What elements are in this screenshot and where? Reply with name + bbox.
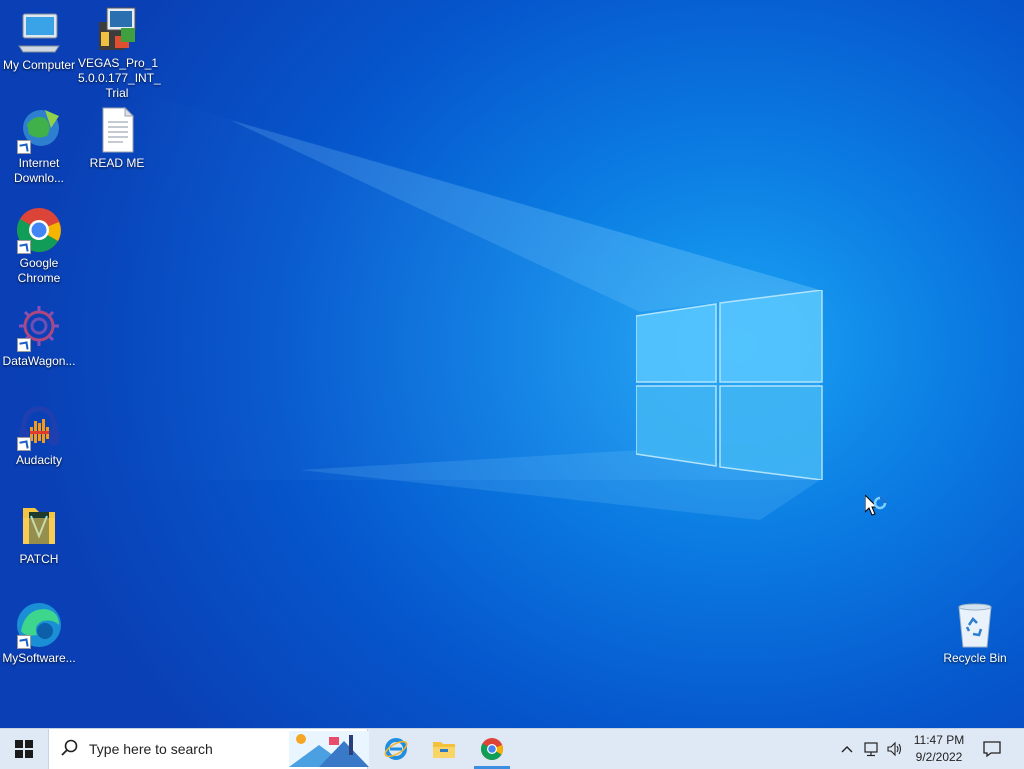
search-placeholder: Type here to search [89, 741, 213, 757]
desktop-icon-label: My Computer [2, 58, 76, 72]
text-file-icon [93, 106, 141, 154]
clock-time: 11:47 PM [913, 733, 965, 747]
windows-wallpaper-logo [636, 290, 823, 480]
shortcut-arrow-icon [17, 140, 31, 154]
windows-start-icon [15, 740, 33, 758]
shortcut-arrow-icon [17, 635, 31, 649]
taskbar-file-explorer[interactable] [420, 729, 468, 769]
clock-date: 9/2/2022 [915, 750, 963, 764]
taskbar-google-chrome[interactable] [468, 729, 516, 769]
notification-icon [983, 741, 1001, 758]
desktop-icon-patch-folder[interactable]: PATCH [0, 502, 78, 567]
idm-globe-icon [15, 106, 63, 154]
folder-icon [15, 502, 63, 550]
desktop-icon-label: PATCH [19, 552, 59, 566]
edge-icon [15, 601, 63, 649]
shortcut-arrow-icon [17, 338, 31, 352]
desktop-icon-label: DataWagon... [2, 354, 76, 368]
search-box[interactable]: Type here to search [48, 729, 369, 769]
desktop-icon-label: MySoftware... [2, 651, 76, 665]
taskbar: Type here to search 11:47 PM 9/2/2022 [0, 728, 1024, 769]
desktop-icon-label-line: VEGAS_Pro_1 [78, 56, 159, 70]
desktop-icon-label-line: Trial [105, 86, 129, 100]
desktop-icon-audacity[interactable]: Audacity [0, 403, 78, 468]
busy-cursor-icon [865, 495, 887, 516]
desktop-icon-mysoftware[interactable]: MySoftware... [0, 601, 78, 666]
desktop-icon-recycle-bin[interactable]: Recycle Bin [936, 601, 1014, 666]
desktop-icon-vegas-installer[interactable]: VEGAS_Pro_1 5.0.0.177_INT_ Trial [78, 6, 161, 101]
desktop-icon-label-line: Chrome [17, 271, 61, 285]
desktop-icon-label-line: Google [19, 256, 59, 270]
taskbar-internet-explorer[interactable] [372, 729, 420, 769]
desktop-icon-label: READ ME [89, 156, 145, 170]
shortcut-arrow-icon [17, 437, 31, 451]
desktop-icon-label-line: Downlo... [13, 171, 65, 185]
desktop-icon-label: Recycle Bin [943, 651, 1007, 665]
network-icon [864, 742, 878, 757]
internet-explorer-icon [384, 738, 408, 760]
network-status-button[interactable] [860, 729, 882, 769]
search-highlight-art-icon[interactable] [289, 731, 369, 767]
desktop-icon-internet-download-manager[interactable]: Internet Downlo... [0, 106, 78, 186]
chevron-up-icon [841, 746, 853, 753]
desktop-icon-readme[interactable]: READ ME [78, 106, 156, 171]
recycle-bin-icon [951, 601, 999, 649]
desktop-icon-label-line: Internet [18, 156, 60, 170]
file-explorer-icon [433, 742, 455, 758]
shortcut-arrow-icon [17, 240, 31, 254]
chrome-icon [481, 738, 503, 760]
installer-icon [93, 6, 141, 54]
desktop-icon-label-line: 5.0.0.177_INT_ [78, 71, 161, 85]
desktop-icon-label: Audacity [15, 453, 63, 467]
desktop-icon-my-computer[interactable]: My Computer [0, 8, 78, 73]
audacity-icon [15, 403, 63, 451]
action-center-button[interactable] [980, 729, 1004, 769]
taskbar-clock[interactable]: 11:47 PM 9/2/2022 [906, 732, 972, 766]
desktop-icon-google-chrome[interactable]: Google Chrome [0, 206, 78, 286]
desktop-icon-datawagon[interactable]: DataWagon... [0, 304, 78, 369]
speaker-icon [887, 741, 902, 757]
volume-button[interactable] [884, 729, 906, 769]
computer-icon [15, 8, 63, 56]
chrome-icon [15, 206, 63, 254]
show-hidden-icons-button[interactable] [838, 729, 856, 769]
start-button[interactable] [0, 729, 48, 769]
desktop[interactable]: My Computer VEGAS_Pro_1 5.0.0.177_INT_ T… [0, 0, 1024, 728]
datawagon-gear-icon [15, 304, 63, 352]
search-icon [61, 739, 78, 756]
